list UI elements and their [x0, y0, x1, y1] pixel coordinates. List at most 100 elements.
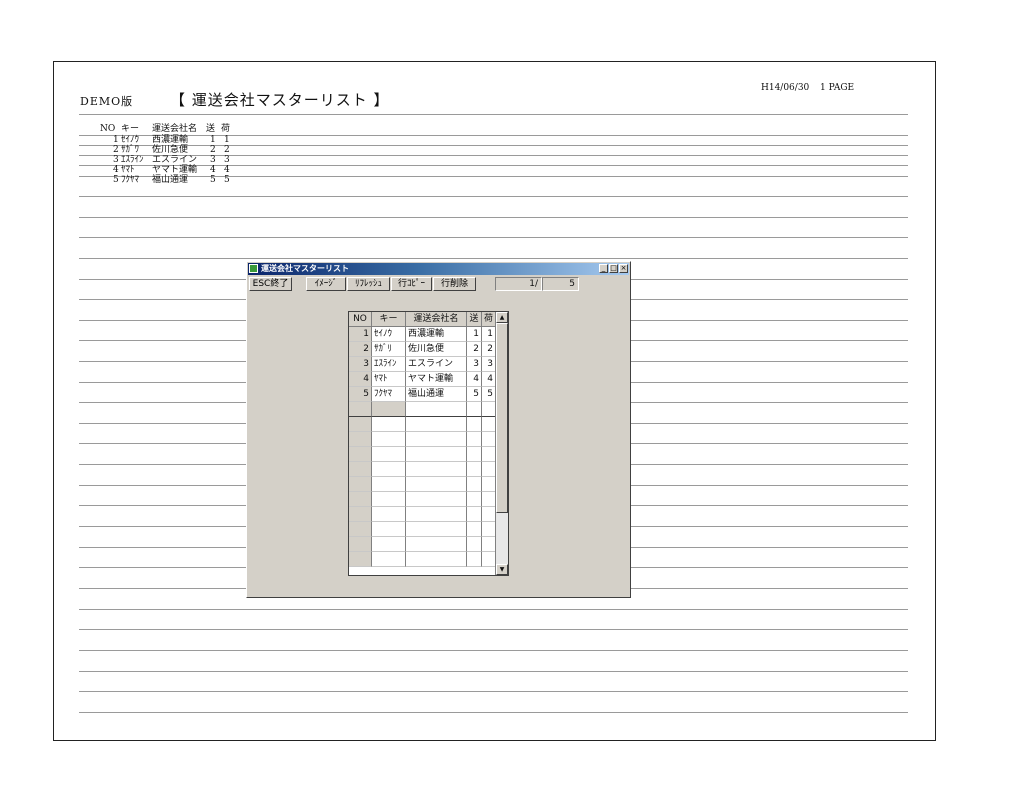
- grid-cell-send[interactable]: [467, 477, 482, 492]
- empty-row[interactable]: [349, 417, 496, 432]
- grid-cell-name[interactable]: [406, 507, 467, 522]
- grid-cell-key[interactable]: [372, 537, 406, 552]
- grid-cell-send[interactable]: [467, 492, 482, 507]
- copy-row-button[interactable]: 行ｺﾋﾟｰ: [391, 277, 432, 291]
- grid-cell-key[interactable]: ｾｲﾉｳ: [372, 327, 406, 342]
- empty-row[interactable]: [349, 507, 496, 522]
- grid-cell-name[interactable]: [406, 417, 467, 432]
- refresh-button[interactable]: ﾘﾌﾚｯｼｭ: [347, 277, 390, 291]
- grid-cell-key[interactable]: [372, 492, 406, 507]
- grid-cell-no[interactable]: 1: [349, 327, 372, 342]
- window-titlebar[interactable]: 運送会社マスターリスト _ □ ×: [248, 263, 629, 275]
- grid-cell-key[interactable]: ﾔﾏﾄ: [372, 372, 406, 387]
- grid-cell-key[interactable]: [372, 507, 406, 522]
- empty-row[interactable]: [349, 432, 496, 447]
- grid-cell-no[interactable]: [349, 417, 372, 432]
- table-row[interactable]: 5 ﾌｸﾔﾏ 福山通運 5 5: [349, 387, 496, 402]
- grid-cell-name[interactable]: [406, 537, 467, 552]
- grid-cell-load[interactable]: [482, 447, 496, 462]
- empty-row[interactable]: [349, 402, 496, 417]
- empty-row[interactable]: [349, 537, 496, 552]
- grid-col-load[interactable]: 荷: [482, 312, 496, 327]
- grid-cell-no[interactable]: [349, 552, 372, 567]
- table-row[interactable]: 4 ﾔﾏﾄ ヤマト運輸 4 4: [349, 372, 496, 387]
- grid-col-no[interactable]: NO: [349, 312, 372, 327]
- grid-cell-load[interactable]: [482, 522, 496, 537]
- grid-cell-send[interactable]: [467, 432, 482, 447]
- grid-cell-load[interactable]: 2: [482, 342, 496, 357]
- grid-cell-send[interactable]: 1: [467, 327, 482, 342]
- empty-row[interactable]: [349, 447, 496, 462]
- grid-cell-load[interactable]: [482, 492, 496, 507]
- grid-cell-no[interactable]: 4: [349, 372, 372, 387]
- grid-cell-no[interactable]: 3: [349, 357, 372, 372]
- grid-cell-key[interactable]: [372, 462, 406, 477]
- grid-cell-send[interactable]: [467, 417, 482, 432]
- grid-cell-load[interactable]: 1: [482, 327, 496, 342]
- grid-cell-load[interactable]: [482, 417, 496, 432]
- grid-cell-key[interactable]: [372, 417, 406, 432]
- grid-cell-send[interactable]: 2: [467, 342, 482, 357]
- grid-cell-no[interactable]: [349, 507, 372, 522]
- grid-cell-load[interactable]: [482, 432, 496, 447]
- grid-cell-send[interactable]: [467, 552, 482, 567]
- grid-cell-send[interactable]: 5: [467, 387, 482, 402]
- delete-row-button[interactable]: 行削除: [433, 277, 476, 291]
- grid-cell-no[interactable]: [349, 537, 372, 552]
- grid-cell-name[interactable]: [406, 477, 467, 492]
- grid-cell-key[interactable]: [372, 477, 406, 492]
- empty-row[interactable]: [349, 462, 496, 477]
- grid-cell-send[interactable]: [467, 402, 482, 417]
- esc-exit-button[interactable]: ESC終了: [249, 277, 292, 291]
- grid-cell-send[interactable]: [467, 522, 482, 537]
- grid-cell-name[interactable]: 西濃運輸: [406, 327, 467, 342]
- empty-row[interactable]: [349, 552, 496, 567]
- grid-scrollbar[interactable]: ▲ ▼: [495, 312, 508, 575]
- grid-cell-name[interactable]: 福山通運: [406, 387, 467, 402]
- grid-cell-name[interactable]: [406, 432, 467, 447]
- scroll-up-icon[interactable]: ▲: [496, 312, 508, 323]
- image-button[interactable]: ｲﾒｰｼﾞ: [306, 277, 346, 291]
- grid-cell-key[interactable]: ｻｶﾞﾘ: [372, 342, 406, 357]
- grid-cell-no[interactable]: [349, 492, 372, 507]
- grid-cell-load[interactable]: 3: [482, 357, 496, 372]
- grid-cell-name[interactable]: [406, 552, 467, 567]
- scroll-down-icon[interactable]: ▼: [496, 564, 508, 575]
- grid-cell-no[interactable]: [349, 402, 372, 417]
- close-button[interactable]: ×: [619, 264, 628, 273]
- grid-cell-load[interactable]: [482, 507, 496, 522]
- grid-cell-send[interactable]: 4: [467, 372, 482, 387]
- grid-cell-no[interactable]: [349, 462, 372, 477]
- grid-cell-no[interactable]: [349, 432, 372, 447]
- grid-cell-no[interactable]: 5: [349, 387, 372, 402]
- grid-cell-load[interactable]: [482, 477, 496, 492]
- grid-cell-load[interactable]: 5: [482, 387, 496, 402]
- grid-cell-key[interactable]: [372, 447, 406, 462]
- grid-cell-key[interactable]: [372, 552, 406, 567]
- grid-cell-name[interactable]: エスライン: [406, 357, 467, 372]
- grid-cell-key[interactable]: [372, 432, 406, 447]
- table-row[interactable]: 1 ｾｲﾉｳ 西濃運輸 1 1: [349, 327, 496, 342]
- grid-cell-name[interactable]: [406, 402, 467, 417]
- grid-cell-load[interactable]: [482, 462, 496, 477]
- grid-cell-name[interactable]: 佐川急便: [406, 342, 467, 357]
- grid-cell-send[interactable]: [467, 507, 482, 522]
- empty-row[interactable]: [349, 522, 496, 537]
- maximize-button[interactable]: □: [609, 264, 618, 273]
- empty-row[interactable]: [349, 477, 496, 492]
- grid-cell-key[interactable]: ｴｽﾗｲﾝ: [372, 357, 406, 372]
- grid-col-send[interactable]: 送: [467, 312, 482, 327]
- table-row[interactable]: 3 ｴｽﾗｲﾝ エスライン 3 3: [349, 357, 496, 372]
- grid-cell-send[interactable]: [467, 447, 482, 462]
- grid-cell-load[interactable]: [482, 402, 496, 417]
- grid-cell-no[interactable]: [349, 477, 372, 492]
- grid-cell-name[interactable]: [406, 522, 467, 537]
- grid-col-key[interactable]: キー: [372, 312, 406, 327]
- scroll-thumb[interactable]: [496, 323, 508, 513]
- grid-cell-key[interactable]: [372, 402, 406, 417]
- grid-cell-load[interactable]: [482, 552, 496, 567]
- grid-cell-name[interactable]: [406, 492, 467, 507]
- grid-cell-name[interactable]: [406, 447, 467, 462]
- grid-cell-no[interactable]: 2: [349, 342, 372, 357]
- grid-cell-no[interactable]: [349, 447, 372, 462]
